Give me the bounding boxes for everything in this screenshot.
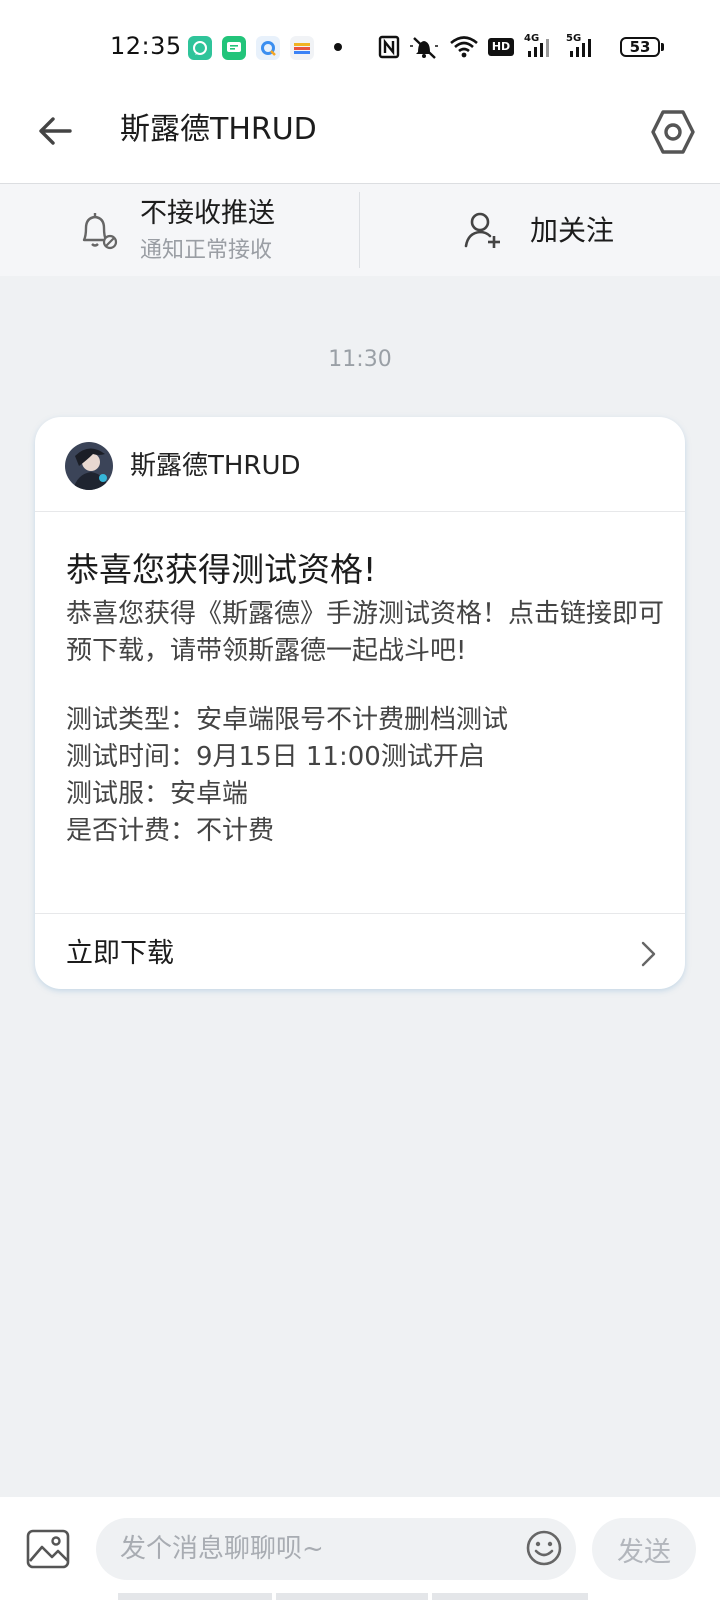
send-button[interactable]: 发送	[592, 1518, 696, 1580]
keyboard-hint-segment	[276, 1593, 428, 1600]
qq-browser-icon	[256, 36, 280, 60]
status-time: 12:35	[110, 32, 182, 60]
card-divider	[35, 913, 685, 914]
page-title: 斯露德THRUD	[120, 112, 317, 147]
message-app-icon	[222, 36, 246, 60]
battery-level: 53	[629, 38, 651, 56]
back-button[interactable]	[34, 107, 82, 155]
keyboard-hint-segment	[118, 1593, 272, 1600]
nfc-icon	[378, 35, 400, 59]
card-sender-name: 斯露德THRUD	[130, 451, 301, 481]
emoji-button[interactable]	[524, 1528, 564, 1568]
follow-button[interactable]: 加关注	[530, 212, 614, 250]
keyboard-hint-segment	[432, 1593, 588, 1600]
image-picker-button[interactable]	[24, 1527, 74, 1571]
wifi-icon	[450, 36, 478, 58]
5g-signal-icon: 5G	[566, 33, 600, 59]
wallet-icon	[290, 36, 314, 60]
gear-icon	[651, 110, 695, 154]
add-user-icon[interactable]	[464, 210, 504, 250]
detail-test-server: 测试服：安卓端	[66, 779, 249, 809]
message-timestamp: 11:30	[328, 347, 392, 372]
message-title: 恭喜您获得测试资格!	[66, 550, 377, 589]
detail-billing: 是否计费：不计费	[66, 816, 275, 846]
bell-off-icon	[82, 213, 118, 250]
subscription-divider	[359, 192, 360, 268]
message-input[interactable]	[96, 1518, 576, 1580]
detail-test-time: 测试时间：9月15日 11:00测试开启	[66, 742, 485, 772]
status-bar	[0, 0, 720, 95]
arrow-left-icon	[39, 117, 72, 145]
card-divider	[35, 511, 685, 512]
push-toggle-button[interactable]	[70, 206, 122, 254]
avatar[interactable]	[65, 442, 113, 490]
4g-signal-icon: 4G	[524, 33, 558, 59]
chevron-right-icon[interactable]	[635, 938, 663, 970]
app-header	[0, 95, 720, 184]
settings-button[interactable]	[645, 104, 701, 160]
hd-icon: HD	[488, 38, 514, 56]
push-status-label[interactable]: 不接收推送	[140, 196, 275, 232]
message-body: 恭喜您获得《斯露德》手游测试资格！点击链接即可预下载，请带领斯露德一起战斗吧!	[66, 599, 665, 666]
download-now-link[interactable]: 立即下载	[66, 935, 174, 973]
chat-app-icon	[188, 36, 212, 60]
notification-dot	[334, 43, 342, 51]
image-icon	[26, 1529, 70, 1569]
battery-tip	[661, 43, 664, 51]
push-status-hint: 通知正常接收	[140, 238, 273, 263]
detail-test-type: 测试类型：安卓端限号不计费删档测试	[66, 705, 509, 735]
smiley-icon	[526, 1530, 562, 1566]
mute-icon	[410, 37, 438, 59]
